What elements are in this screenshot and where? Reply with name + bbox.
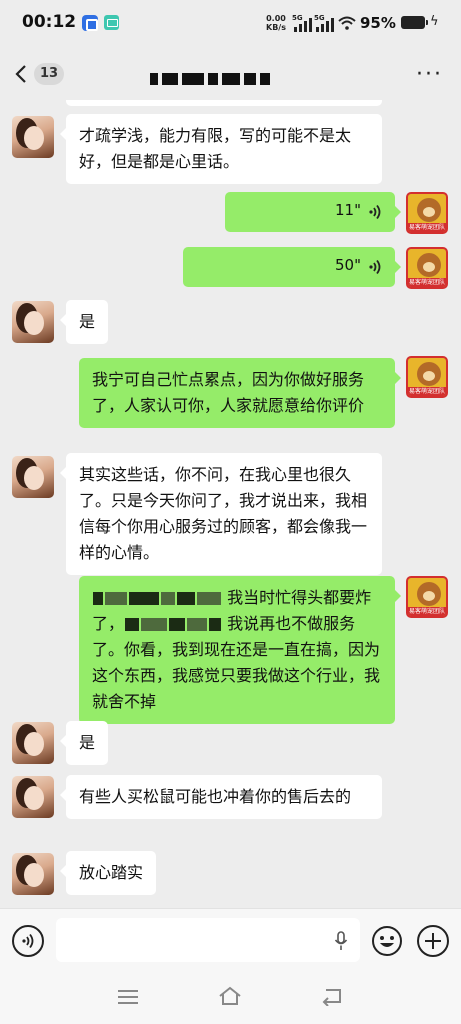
app-notification-icon-2	[104, 15, 119, 30]
system-nav-bar	[0, 970, 461, 1024]
message-bubble-received[interactable]: 放心踏实	[59, 851, 157, 895]
network-speed-value: 0.00	[266, 14, 286, 23]
message-bubble-received[interactable]: 是	[59, 721, 109, 765]
voice-input-icon[interactable]	[12, 925, 44, 957]
contact-avatar[interactable]	[12, 116, 54, 158]
status-bar: 00:12 0.00 KB/s 5G 5G 95% ϟ	[0, 0, 461, 48]
message-input[interactable]	[56, 918, 360, 962]
voice-message[interactable]: 11"	[225, 192, 401, 232]
battery-percent: 95%	[360, 14, 396, 32]
message-bubble-received[interactable]: 才疏学浅，能力有限，写的可能不是太好，但是都是心里话。	[60, 114, 382, 184]
contact-avatar[interactable]	[12, 456, 54, 498]
avatar-caption: 易客萌宠团队	[408, 387, 446, 396]
message-bubble-received[interactable]: 有些人买松鼠可能也冲着你的售后去的	[60, 775, 382, 819]
signal-label: 5G	[292, 14, 303, 22]
contact-avatar[interactable]	[12, 722, 54, 764]
signal-label-2: 5G	[314, 14, 325, 22]
message-bubble-received[interactable]: 是	[59, 300, 109, 344]
self-avatar[interactable]: 易客萌宠团队	[406, 247, 448, 289]
more-dots-icon[interactable]: ···	[416, 64, 443, 86]
voice-duration: 11"	[335, 201, 361, 219]
wifi-icon	[338, 16, 356, 30]
network-speed: 0.00 KB/s	[266, 14, 286, 32]
avatar-caption: 易客萌宠团队	[408, 223, 446, 232]
emoji-icon[interactable]	[371, 925, 403, 957]
network-speed-unit: KB/s	[266, 23, 286, 32]
microphone-icon[interactable]	[334, 931, 348, 951]
signal-icon-2: 5G	[314, 14, 336, 32]
nav-menu-icon[interactable]	[118, 990, 138, 1004]
signal-icon: 5G	[292, 14, 314, 32]
message-bubble-received[interactable]: 其实这些话，你不问，在我心里也很久了。只是今天你问了，我才说出来，我相信每个你用…	[60, 453, 382, 575]
charging-icon: ϟ	[430, 14, 439, 29]
redacted-text	[93, 592, 103, 605]
contact-avatar[interactable]	[12, 853, 54, 895]
chat-title-redacted	[150, 68, 310, 85]
contact-avatar[interactable]	[12, 301, 54, 343]
app-notification-icon	[82, 15, 98, 31]
nav-back-icon[interactable]	[320, 986, 344, 1006]
status-time: 00:12	[22, 12, 77, 32]
message-bubble-sent[interactable]: 我宁可自己忙点累点，因为你做好服务了，人家认可你，人家就愿意给你评价	[79, 358, 401, 428]
avatar-caption: 易客萌宠团队	[408, 607, 446, 616]
contact-avatar[interactable]	[12, 776, 54, 818]
avatar-caption: 易客萌宠团队	[408, 278, 446, 287]
unread-count-badge[interactable]: 13	[34, 63, 65, 85]
chat-header: 13 ···	[0, 48, 461, 100]
voice-message[interactable]: 50"	[183, 247, 401, 287]
message-list[interactable]: 才疏学浅，能力有限，写的可能不是太好，但是都是心里话。 11" 易客萌宠团队 5…	[0, 100, 461, 908]
previous-message-bubble	[66, 100, 382, 106]
self-avatar[interactable]: 易客萌宠团队	[406, 356, 448, 398]
chevron-left-icon[interactable]	[14, 64, 28, 84]
chat-input-bar	[0, 908, 461, 970]
voice-duration: 50"	[335, 256, 361, 274]
message-bubble-sent[interactable]: 我当时忙得头都要炸了， 我说再也不做服务了。你看，我到现在还是一直在搞，因为这个…	[79, 576, 401, 724]
self-avatar[interactable]: 易客萌宠团队	[406, 192, 448, 234]
voice-wave-icon	[369, 204, 381, 220]
plus-icon[interactable]	[417, 925, 449, 957]
nav-home-icon[interactable]	[218, 986, 242, 1006]
battery-icon	[401, 16, 428, 29]
voice-wave-icon	[369, 259, 381, 275]
redacted-text	[125, 618, 140, 631]
self-avatar[interactable]: 易客萌宠团队	[406, 576, 448, 618]
